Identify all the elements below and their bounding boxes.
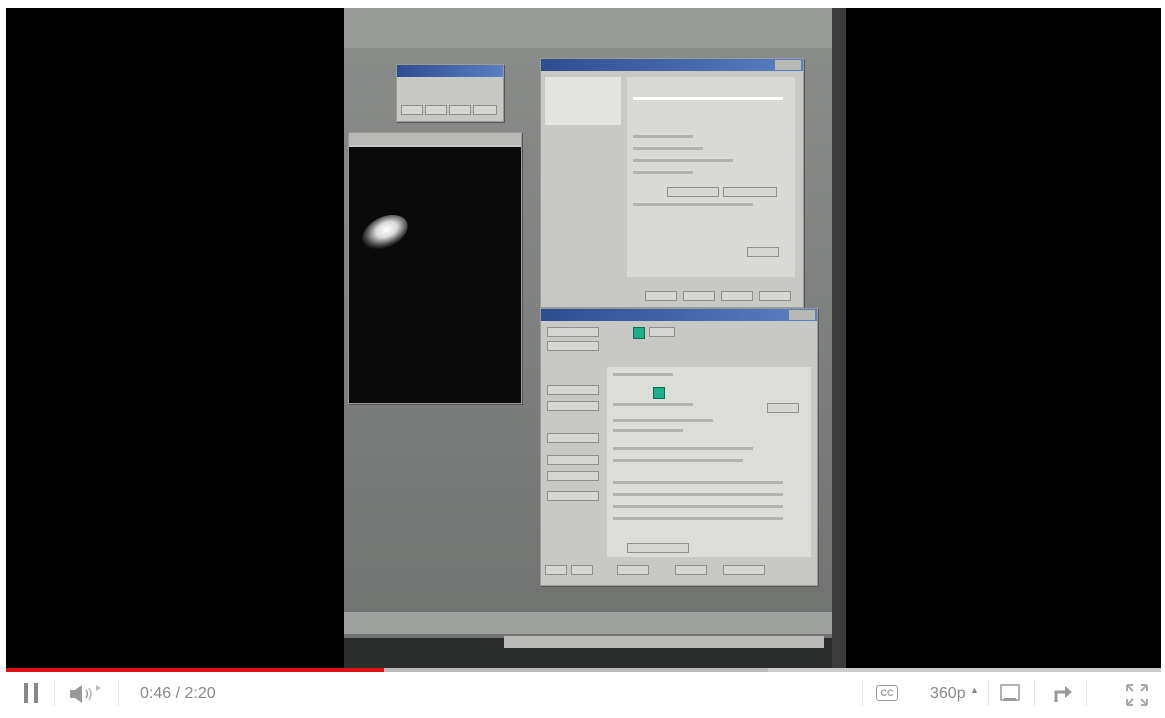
option-line	[613, 505, 783, 508]
acquire-button	[547, 401, 599, 411]
option-line	[633, 203, 753, 206]
divider	[1086, 680, 1087, 706]
option-button	[667, 187, 719, 197]
video-frame[interactable]	[6, 8, 1161, 668]
option-line	[613, 447, 753, 450]
option-line	[613, 373, 673, 376]
mosaic-button	[759, 291, 791, 301]
option-line	[633, 147, 703, 150]
dialog-button	[425, 105, 447, 115]
option-line	[633, 159, 733, 162]
camera-image	[349, 147, 521, 403]
camera-window	[348, 132, 522, 404]
video-player: 0:46 / 2:20 CC 360p ▲	[0, 0, 1165, 718]
mosaic-button	[721, 291, 753, 301]
acquire-button	[675, 565, 707, 575]
dialog-button	[449, 105, 471, 115]
option-line	[633, 171, 693, 174]
share-button[interactable]	[1050, 682, 1076, 704]
quality-button[interactable]: 360p ▲	[930, 685, 979, 703]
acquire-button	[547, 455, 599, 465]
cc-icon: CC	[876, 685, 898, 701]
pause-icon-bar	[34, 683, 38, 703]
total-time: 2:20	[184, 685, 216, 702]
dialog-button	[401, 105, 423, 115]
time-display: 0:46 / 2:20	[140, 685, 216, 703]
acquire-window	[540, 308, 818, 586]
divider	[54, 680, 55, 706]
divider	[118, 680, 119, 706]
monitor-status-bar	[344, 612, 844, 634]
acquire-tab-panel	[607, 367, 811, 557]
acquire-button	[617, 565, 649, 575]
quality-label: 360p	[930, 685, 966, 702]
option-line	[613, 517, 783, 520]
quality-icon: ▲	[970, 685, 979, 695]
fullscreen-button[interactable]	[1124, 682, 1150, 708]
acquire-button	[547, 433, 599, 443]
share-icon	[1054, 686, 1072, 702]
option-button	[723, 187, 777, 197]
divider	[1034, 680, 1035, 706]
option-line	[613, 403, 693, 406]
acquire-button	[627, 543, 689, 553]
acquire-button	[547, 327, 599, 337]
small-dialog-title	[397, 65, 503, 77]
volume-icon	[70, 685, 101, 703]
acquire-button	[571, 565, 593, 575]
option-line	[613, 481, 783, 484]
volume-button[interactable]	[66, 681, 116, 707]
acquire-button	[649, 327, 675, 337]
mosaic-options-panel	[627, 77, 795, 277]
window-controls	[775, 60, 801, 70]
fullscreen-icon	[1126, 684, 1148, 706]
mosaic-window-title	[541, 59, 803, 71]
video-content-monitor-photo	[344, 8, 846, 668]
player-controls: 0:46 / 2:20 CC 360p ▲	[0, 668, 1165, 718]
browse-button	[767, 403, 799, 413]
popout-icon	[1000, 684, 1020, 701]
divider	[862, 680, 863, 706]
star-blob	[356, 208, 414, 256]
image-green-button	[633, 327, 645, 339]
acquire-button	[547, 471, 599, 481]
monitor-edge	[832, 8, 846, 668]
camera-window-title	[349, 133, 521, 145]
acquire-window-title	[541, 309, 817, 321]
current-time: 0:46	[140, 685, 172, 702]
option-button	[747, 247, 779, 257]
cc-button[interactable]: CC	[876, 685, 900, 701]
time-separator: /	[171, 685, 185, 702]
progress-played	[6, 668, 384, 672]
pause-icon	[24, 683, 28, 703]
mosaic-left-panel	[545, 77, 621, 125]
mosaic-button	[683, 291, 715, 301]
window-controls	[789, 310, 815, 320]
option-line	[633, 135, 693, 138]
dialog-button	[473, 105, 497, 115]
monitor-menu-bar	[344, 8, 846, 48]
popout-button[interactable]	[998, 682, 1024, 704]
acquire-button	[545, 565, 567, 575]
monitor-search-field	[504, 636, 824, 648]
acquire-button	[547, 491, 599, 501]
small-dialog-window	[396, 64, 504, 122]
option-line	[613, 459, 743, 462]
acquire-button	[723, 565, 765, 575]
mosaic-button	[645, 291, 677, 301]
option-field	[633, 97, 783, 100]
option-line	[613, 493, 783, 496]
option-line	[613, 429, 683, 432]
acquire-button	[547, 341, 599, 351]
sequence-green-button	[653, 387, 665, 399]
divider	[988, 680, 989, 706]
option-line	[613, 419, 713, 422]
progress-track[interactable]	[6, 668, 1161, 672]
acquire-button	[547, 385, 599, 395]
mosaic-window	[540, 58, 804, 308]
